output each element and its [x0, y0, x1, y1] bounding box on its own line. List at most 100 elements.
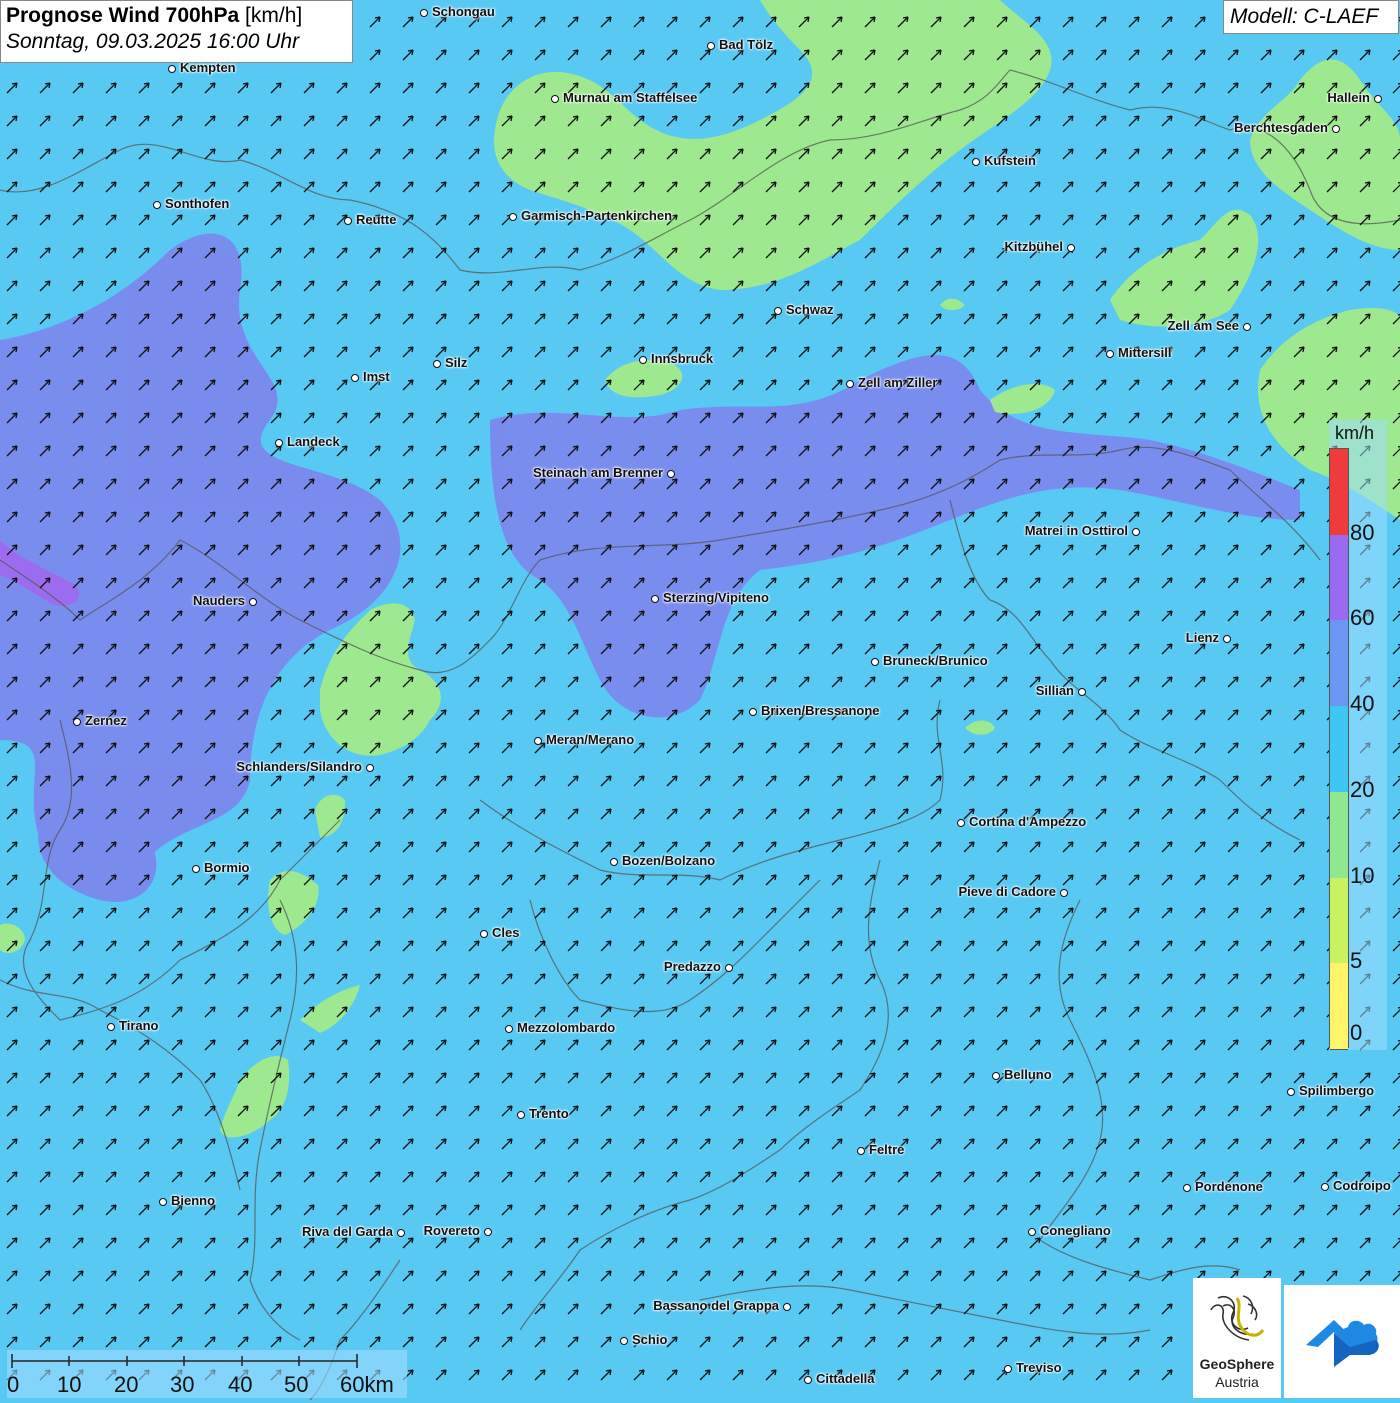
city-label: Conegliano: [1040, 1223, 1111, 1238]
city-label: Predazzo: [663, 959, 721, 974]
city-label: Treviso: [1016, 1360, 1062, 1375]
city-label: Landeck: [287, 434, 340, 449]
city-marker: [1028, 1228, 1036, 1236]
legend-band: [1330, 877, 1348, 965]
city-label: Brixen/Bressanone: [761, 703, 880, 718]
city-label: Zell am Ziller: [858, 375, 938, 390]
legend-band: [1330, 534, 1348, 622]
city-marker: [1287, 1088, 1295, 1096]
city-label: Spilimbergo: [1299, 1083, 1375, 1098]
city-marker: [651, 595, 659, 603]
city-marker: [159, 1198, 167, 1206]
city-marker: [846, 380, 854, 388]
city-label: Sonthofen: [165, 196, 230, 211]
scale-label: 40: [228, 1372, 253, 1397]
city-marker: [1060, 889, 1068, 897]
city-marker: [1004, 1365, 1012, 1373]
city-marker: [505, 1025, 513, 1033]
model-label: Modell: C-LAEF: [1223, 0, 1399, 34]
city-label: Kempten: [180, 60, 236, 75]
forecast-date: Sonntag, 09.03.2025 16:00 Uhr: [6, 30, 300, 53]
city-marker: [707, 42, 715, 50]
city-marker: [551, 95, 559, 103]
city-label: Tirano: [119, 1018, 159, 1033]
city-label: Schlanders/Silandro: [236, 759, 362, 774]
city-marker: [783, 1303, 791, 1311]
city-marker: [420, 9, 428, 17]
city-marker: [517, 1111, 525, 1119]
city-marker: [1332, 125, 1340, 133]
color-legend: km/h 80 60 40 20 10 5 0: [1329, 420, 1387, 1050]
geosphere-logo[interactable]: GeoSphere Austria: [1193, 1278, 1281, 1398]
legend-band: [1330, 963, 1348, 1050]
geosphere-name: GeoSphere: [1199, 1356, 1275, 1372]
city-label: Zell am See: [1167, 318, 1239, 333]
city-label: Reutte: [356, 212, 397, 227]
city-marker: [366, 764, 374, 772]
city-marker: [992, 1072, 1000, 1080]
city-marker: [639, 356, 647, 364]
city-label: Berchtesgaden: [1234, 120, 1328, 135]
city-label: Imst: [363, 369, 390, 384]
city-marker: [1183, 1184, 1191, 1192]
city-marker: [249, 598, 257, 606]
city-label: Sterzing/Vipiteno: [663, 590, 769, 605]
city-label: Murnau am Staffelsee: [563, 90, 698, 105]
city-label: Feltre: [869, 1142, 905, 1157]
city-marker: [351, 374, 359, 382]
city-label: Riva del Garda: [301, 1224, 393, 1239]
city-marker: [749, 708, 757, 716]
city-label: Sillian: [1035, 683, 1074, 698]
legend-band: [1330, 620, 1348, 708]
map-title: Prognose Wind 700hPa [km/h]: [6, 4, 347, 28]
city-marker: [620, 1337, 628, 1345]
city-label: Kufstein: [984, 153, 1036, 168]
city-label: Cortina d'Ampezzo: [969, 814, 1087, 829]
city-marker: [534, 737, 542, 745]
city-label: Bozen/Bolzano: [622, 853, 716, 868]
city-marker: [804, 1376, 812, 1384]
title-bold: Prognose Wind 700hPa: [6, 4, 240, 27]
legend-band: [1330, 706, 1348, 793]
city-label: Bassano del Grappa: [653, 1298, 779, 1313]
legend-label: 60: [1350, 605, 1375, 631]
city-label: Schio: [632, 1332, 668, 1347]
city-label: Innsbruck: [651, 351, 714, 366]
legend-band: [1330, 791, 1348, 879]
city-label: Lienz: [1185, 630, 1219, 645]
city-label: Mezzolombardo: [517, 1020, 616, 1035]
cloud-arrow-icon: [1306, 1320, 1379, 1367]
scale-label: 20: [114, 1372, 139, 1397]
city-label: Schongau: [432, 4, 495, 19]
city-marker: [972, 158, 980, 166]
city-marker: [1132, 528, 1140, 536]
city-label: Matrei in Osttirol: [1024, 523, 1128, 538]
city-label: Trento: [529, 1106, 569, 1121]
city-label: Zernez: [85, 713, 127, 728]
city-marker: [153, 201, 161, 209]
city-marker: [397, 1229, 405, 1237]
city-label: Cles: [492, 925, 520, 940]
city-label: Bruneck/Brunico: [883, 653, 988, 668]
city-marker: [1067, 244, 1075, 252]
legend-unit: km/h: [1335, 423, 1375, 443]
city-label: Garmisch-Partenkirchen: [521, 208, 673, 223]
city-marker: [275, 439, 283, 447]
title-box: Prognose Wind 700hPa [km/h] Sonntag, 09.…: [0, 0, 353, 63]
city-marker: [1321, 1183, 1329, 1191]
city-marker: [1106, 350, 1114, 358]
scale-label: 30: [170, 1372, 195, 1397]
city-label: Silz: [445, 355, 468, 370]
app-logo[interactable]: [1284, 1285, 1400, 1398]
city-label: Steinach am Brenner: [532, 465, 663, 480]
city-marker: [509, 213, 517, 221]
city-marker: [344, 217, 352, 225]
city-marker: [433, 360, 441, 368]
city-label: Cittadella: [816, 1371, 875, 1386]
city-label: Meran/Merano: [546, 732, 635, 747]
legend-label: 20: [1350, 776, 1375, 802]
scale-label: 60km: [340, 1372, 394, 1397]
geosphere-country: Austria: [1215, 1374, 1259, 1390]
city-label: Hallein: [1327, 90, 1370, 105]
city-marker: [1374, 95, 1382, 103]
